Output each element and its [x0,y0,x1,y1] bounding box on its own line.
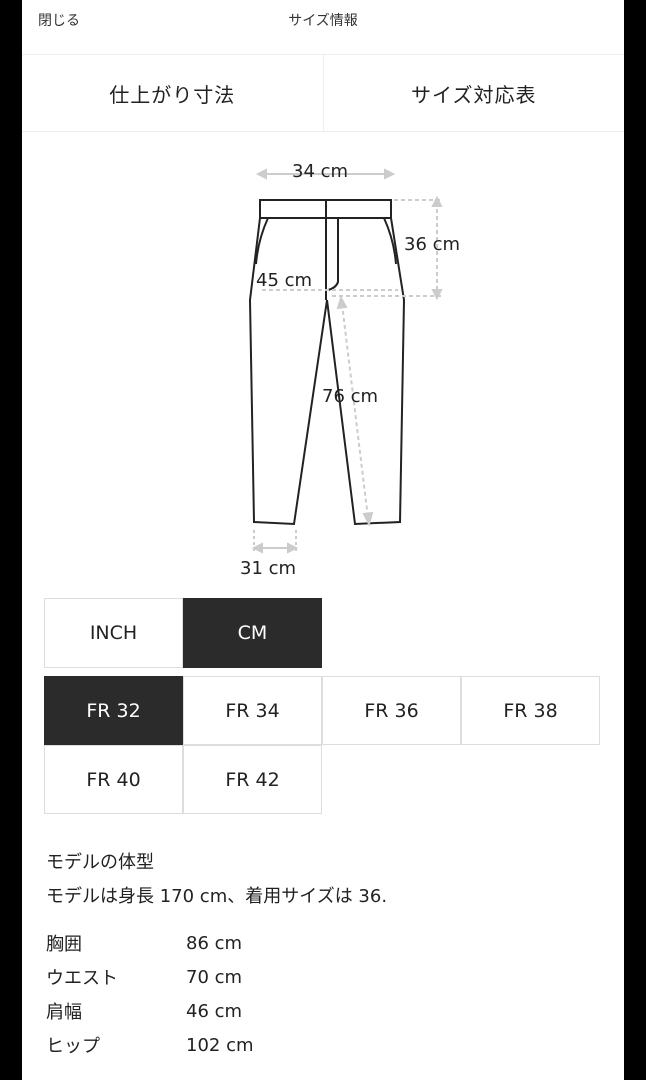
measurement-row: 胸囲 86 cm [46,926,254,960]
model-info: モデルの体型 モデルは身長 170 cm、着用サイズは 36. [46,846,387,914]
size-selector: FR 32 FR 34 FR 36 FR 38 FR 40 FR 42 [44,676,600,814]
pants-icon [248,168,443,554]
header-bar: 閉じる サイズ情報 [22,0,624,55]
hem-label: 31 cm [240,558,297,579]
model-heading: モデルの体型 [46,852,154,873]
model-measurements: 胸囲 86 cm ウエスト 70 cm 肩幅 46 cm ヒップ 102 cm [46,926,254,1062]
tab-size-chart[interactable]: サイズ対応表 [322,55,625,131]
tab-bar: 仕上がり寸法 サイズ対応表 [22,55,624,132]
size-fr32-button[interactable]: FR 32 [44,676,183,745]
waist-width-label: 34 cm [292,161,349,182]
measurement-label: 肩幅 [46,1002,82,1023]
measurement-value: 46 cm [186,1000,243,1022]
measurement-label: ヒップ [46,1036,100,1057]
measurement-label: ウエスト [46,968,118,989]
size-fr38-button[interactable]: FR 38 [461,676,600,745]
measurement-value: 102 cm [186,1034,254,1056]
measurement-row: ウエスト 70 cm [46,960,254,994]
measurement-value: 70 cm [186,966,243,988]
inseam-label: 76 cm [322,386,379,407]
unit-toggle: INCH CM [44,598,322,668]
pants-diagram: 34 cm 36 cm 45 cm 76 cm 31 cm [22,140,624,590]
unit-inch-button[interactable]: INCH [44,598,183,668]
tab-finished-measurements[interactable]: 仕上がり寸法 [22,55,323,131]
size-fr34-button[interactable]: FR 34 [183,676,322,745]
page-title: サイズ情報 [288,13,358,29]
model-description: モデルは身長 170 cm、着用サイズは 36. [46,886,388,907]
size-info-screen: 閉じる サイズ情報 仕上がり寸法 サイズ対応表 34 cm 36 cm 45 c… [22,0,624,1080]
rise-label: 36 cm [404,234,461,255]
measurement-value: 86 cm [186,932,243,954]
measurement-row: 肩幅 46 cm [46,994,254,1028]
thigh-label: 45 cm [256,270,313,291]
size-fr36-button[interactable]: FR 36 [322,676,461,745]
unit-cm-button[interactable]: CM [183,598,322,668]
size-fr42-button[interactable]: FR 42 [183,745,322,814]
measurement-label: 胸囲 [46,934,82,955]
measurement-row: ヒップ 102 cm [46,1028,254,1062]
size-fr40-button[interactable]: FR 40 [44,745,183,814]
